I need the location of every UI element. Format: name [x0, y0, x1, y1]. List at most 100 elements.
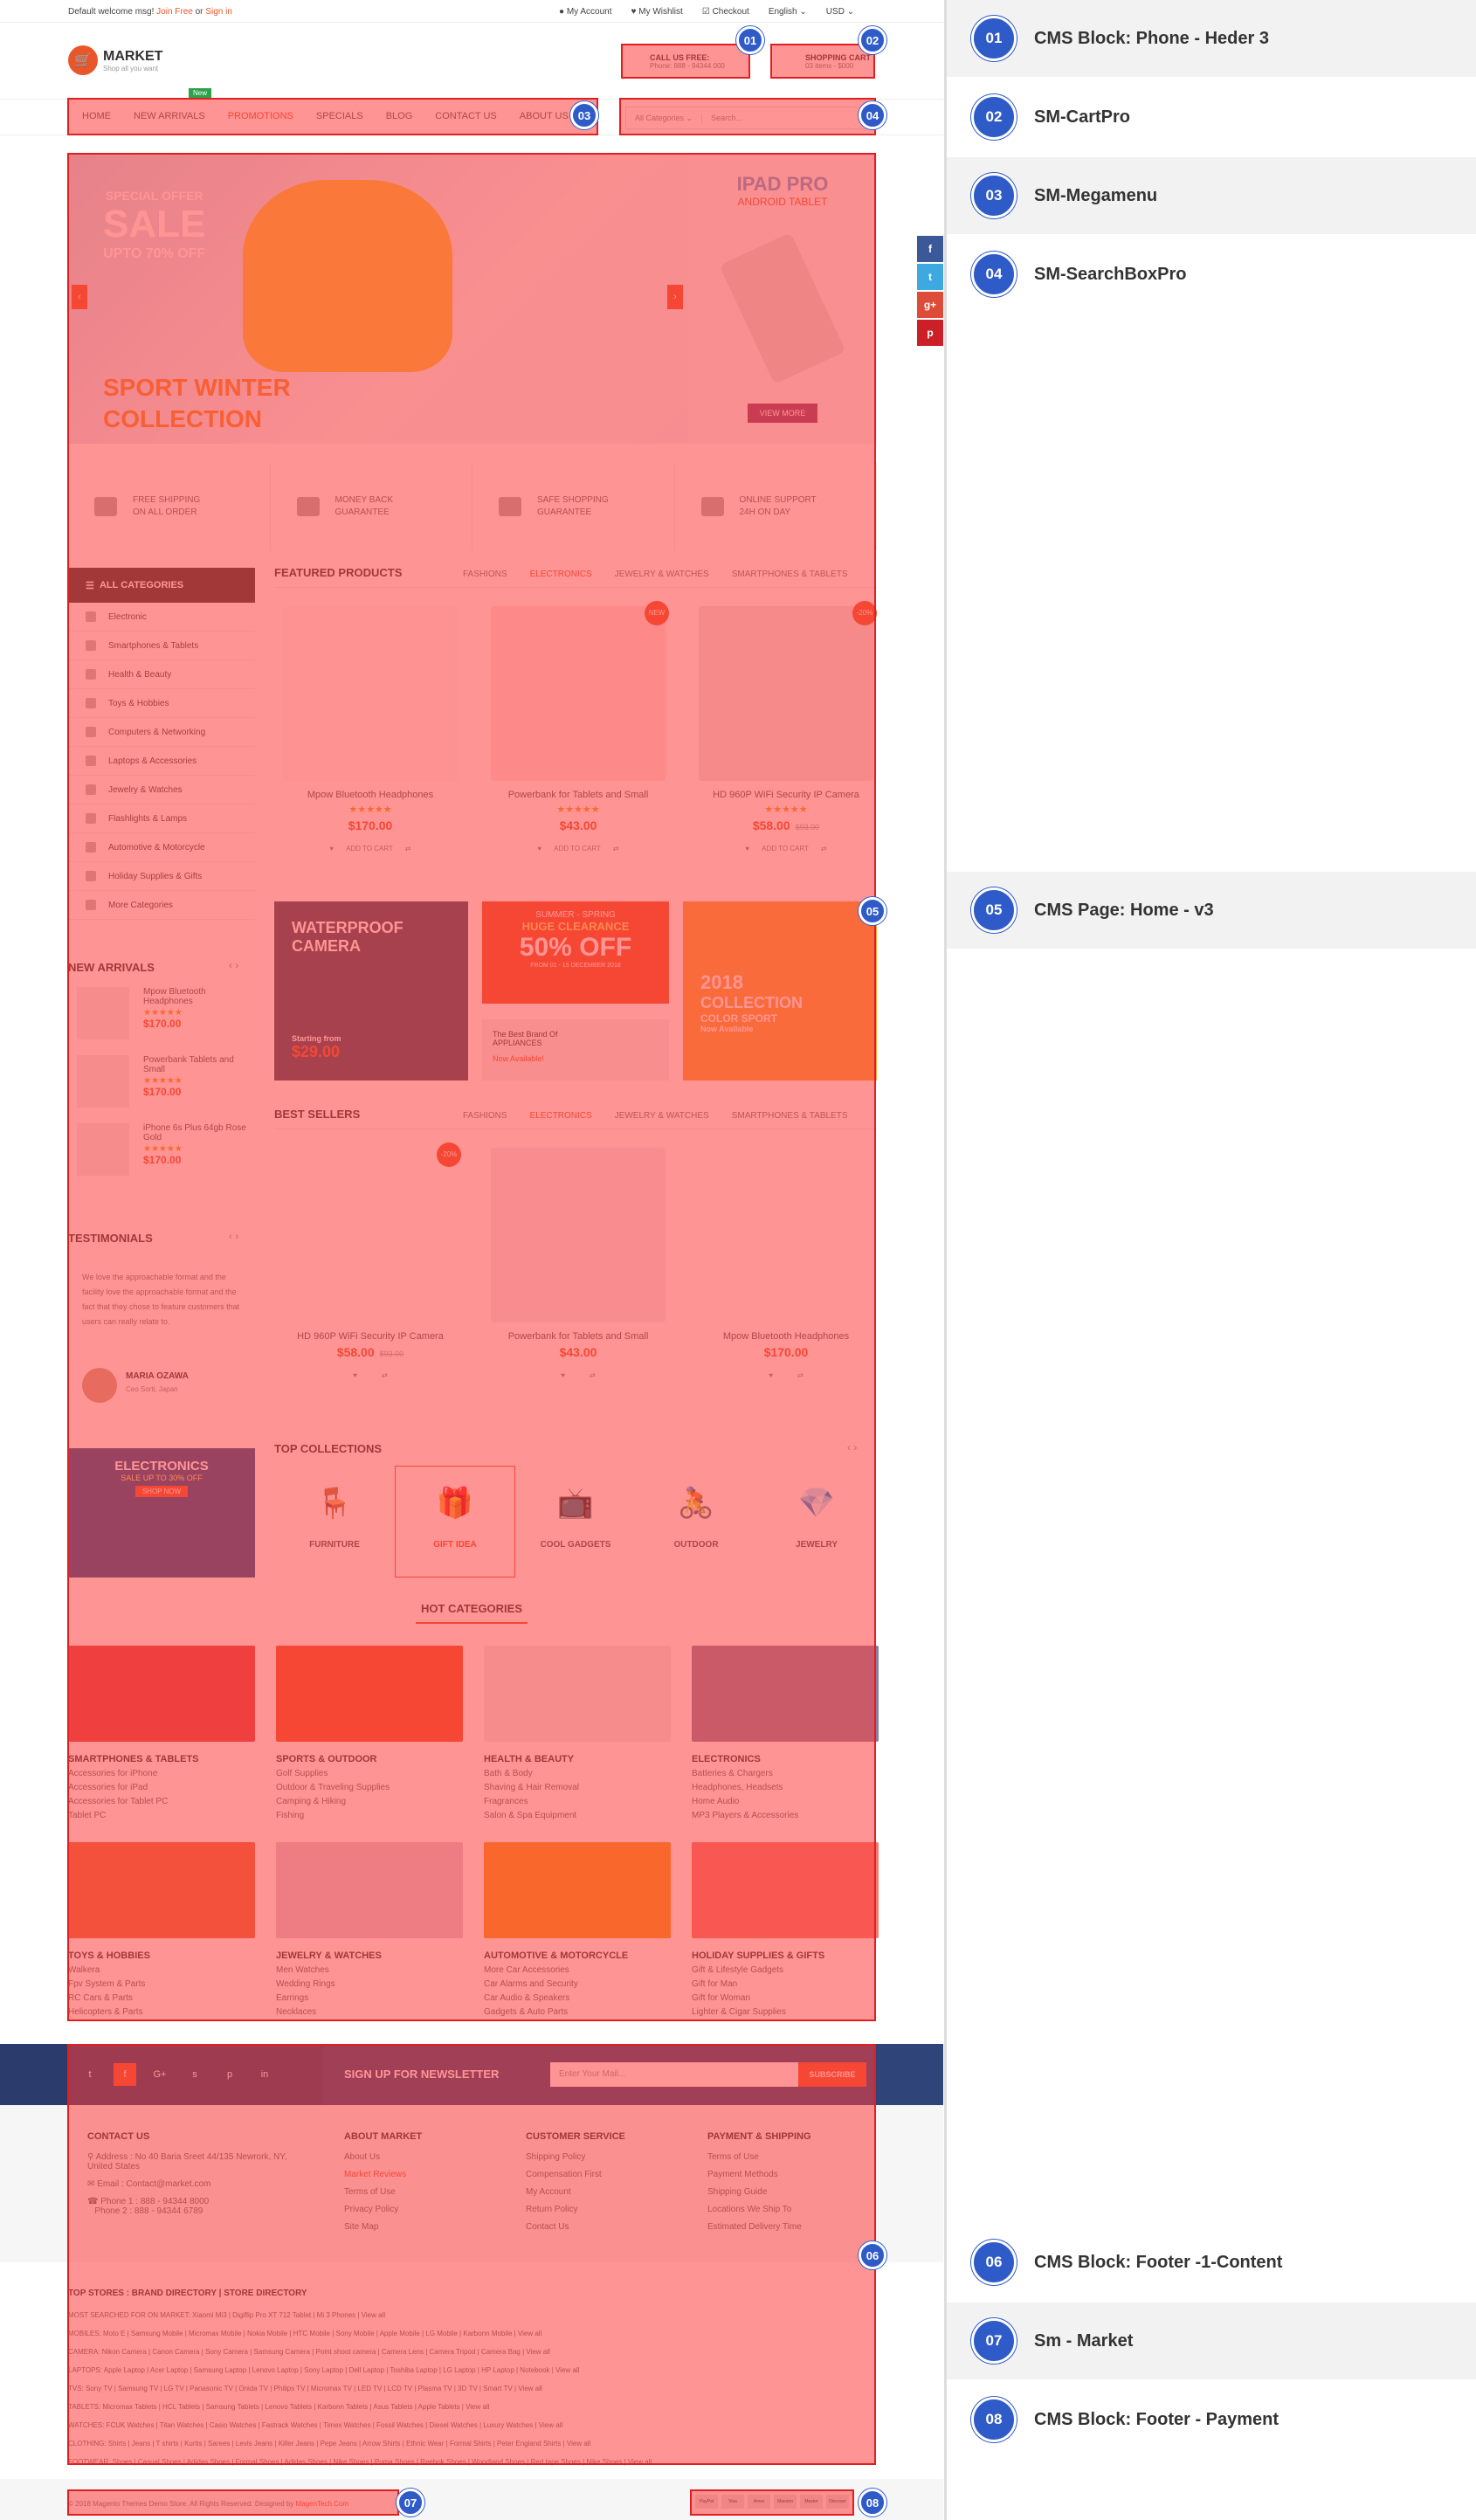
compare-icon[interactable]: ⇄: [590, 1371, 596, 1379]
hot-category-title[interactable]: SMARTPHONES & TABLETS: [68, 1754, 255, 1764]
wishlist-icon[interactable]: ♥: [745, 845, 749, 853]
product-name[interactable]: Mpow Bluetooth Headphones: [690, 1331, 882, 1342]
hot-category-image[interactable]: [484, 1646, 671, 1742]
collections-arrows[interactable]: ‹ ›: [847, 1441, 857, 1453]
hot-category-link[interactable]: Men Watches: [276, 1965, 463, 1975]
product-image[interactable]: [491, 606, 666, 781]
product-name[interactable]: HD 960P WiFi Security IP Camera: [274, 1331, 466, 1342]
collection-item[interactable]: 🚴 OUTDOOR: [636, 1466, 756, 1578]
footer-social-icon[interactable]: p: [218, 2063, 241, 2086]
hot-category-link[interactable]: Outdoor & Traveling Supplies: [276, 1783, 463, 1792]
wishlist-icon[interactable]: ♥: [329, 845, 334, 853]
product-card[interactable]: Mpow Bluetooth Headphones ★★★★★ $170.00 ♥ AD…: [274, 597, 466, 868]
hot-category-link[interactable]: Fragrances: [484, 1797, 671, 1806]
nav-item[interactable]: BLOG: [386, 111, 413, 121]
new-arrivals-arrows[interactable]: ‹ ›: [229, 959, 238, 971]
collection-banner[interactable]: 2018 COLLECTION COLOR SPORT Now Availabl…: [683, 901, 877, 1080]
product-image[interactable]: [699, 1148, 873, 1322]
hot-category-title[interactable]: HOLIDAY SUPPLIES & GIFTS: [692, 1950, 879, 1961]
tab[interactable]: SMARTPHONES & TABLETS: [732, 570, 848, 579]
footer-link[interactable]: My Account: [526, 2187, 625, 2197]
add-to-cart-button[interactable]: ADD TO CART: [346, 845, 393, 853]
pinterest-icon[interactable]: p: [917, 320, 943, 346]
hot-category-link[interactable]: Helicopters & Parts: [68, 2007, 255, 2017]
clearance-banner[interactable]: SUMMER - SPRING HUGE CLEARANCE 50% OFF F…: [482, 901, 669, 1004]
footer-social-icon[interactable]: in: [253, 2063, 276, 2086]
store-line[interactable]: TABLETS: Micromax Tablets | HCL Tablets …: [68, 2403, 941, 2411]
new-arrival-name[interactable]: Powerbank Tablets and Small: [143, 1055, 248, 1074]
new-arrival-item[interactable]: iPhone 6s Plus 64gb Rose Gold ★★★★★ $170.0…: [68, 1123, 255, 1191]
tab[interactable]: ELECTRONICS: [530, 570, 592, 579]
collection-item[interactable]: 📺 COOL GADGETS: [515, 1466, 636, 1578]
my-account-link[interactable]: ● My Account: [559, 7, 612, 17]
product-card[interactable]: -20% HD 960P WiFi Security IP Camera ★★★★★…: [690, 597, 882, 868]
join-link[interactable]: Join Free: [156, 7, 193, 17]
hot-category-link[interactable]: MP3 Players & Accessories: [692, 1811, 879, 1820]
footer-link[interactable]: Estimated Delivery Time: [707, 2222, 811, 2232]
collection-item[interactable]: 🪑 FURNITURE: [274, 1466, 395, 1578]
hot-category-image[interactable]: [276, 1842, 463, 1938]
store-line[interactable]: CAMERA: Nikon Camera | Canon Camera | So…: [68, 2348, 941, 2356]
add-to-cart-button[interactable]: ADD TO CART: [762, 845, 809, 853]
hot-category-link[interactable]: Salon & Spa Equipment: [484, 1811, 671, 1820]
footer-link[interactable]: Terms of Use: [707, 2152, 811, 2162]
designer-link[interactable]: MagenTech.Com: [296, 2500, 348, 2508]
category-item[interactable]: Holiday Supplies & Gifts: [68, 862, 255, 891]
tab[interactable]: FASHIONS: [463, 1111, 507, 1121]
wishlist-icon[interactable]: ♥: [561, 1371, 565, 1379]
my-wishlist-link[interactable]: ♥ My Wishlist: [631, 7, 683, 17]
tab[interactable]: SMARTPHONES & TABLETS: [732, 1111, 848, 1121]
footer-link[interactable]: Shipping Guide: [707, 2187, 811, 2197]
view-more-button[interactable]: VIEW MORE: [748, 404, 817, 423]
footer-social-icon[interactable]: G+: [148, 2063, 171, 2086]
category-item[interactable]: Jewelry & Watches: [68, 776, 255, 804]
hot-category-link[interactable]: Gift for Woman: [692, 1993, 879, 2003]
hot-category-link[interactable]: Car Alarms and Security: [484, 1979, 671, 1989]
search-category-select[interactable]: All Categories ⌄: [626, 113, 703, 123]
hot-category-link[interactable]: Gadgets & Auto Parts: [484, 2007, 671, 2017]
collection-item[interactable]: 🎁 GIFT IDEA: [395, 1466, 515, 1578]
store-line[interactable]: MOBILES: Moto E | Samsung Mobile | Micro…: [68, 2330, 941, 2337]
product-image[interactable]: [283, 1148, 458, 1322]
product-name[interactable]: Powerbank for Tablets and Small: [482, 1331, 674, 1342]
footer-link[interactable]: Return Policy: [526, 2205, 625, 2214]
appliances-banner[interactable]: The Best Brand Of APPLIANCES Now Availab…: [482, 1019, 669, 1080]
checkout-link[interactable]: ☑ Checkout: [702, 7, 749, 17]
search-input[interactable]: Search...: [702, 114, 742, 122]
hot-category-image[interactable]: [484, 1842, 671, 1938]
product-image[interactable]: [283, 606, 458, 781]
footer-social-icon[interactable]: f: [114, 2063, 136, 2086]
add-to-cart-button[interactable]: ADD TO CART: [554, 845, 601, 853]
hot-category-link[interactable]: Necklaces: [276, 2007, 463, 2017]
category-item[interactable]: More Categories: [68, 891, 255, 920]
hot-category-link[interactable]: Walkera: [68, 1965, 255, 1975]
compare-icon[interactable]: ⇄: [613, 845, 619, 853]
hot-category-image[interactable]: [692, 1842, 879, 1938]
newsletter-email-input[interactable]: Enter Your Mail...: [550, 2062, 798, 2087]
hot-category-title[interactable]: ELECTRONICS: [692, 1754, 879, 1764]
hot-category-image[interactable]: [68, 1646, 255, 1742]
footer-link[interactable]: Locations We Ship To: [707, 2205, 811, 2214]
hot-category-title[interactable]: AUTOMOTIVE & MOTORCYCLE: [484, 1950, 671, 1961]
footer-link[interactable]: Market Reviews: [344, 2170, 422, 2179]
footer-link[interactable]: Payment Methods: [707, 2170, 811, 2179]
hot-category-link[interactable]: Golf Supplies: [276, 1769, 463, 1778]
compare-icon[interactable]: ⇄: [405, 845, 411, 853]
footer-social-icon[interactable]: s: [183, 2063, 206, 2086]
product-card[interactable]: Powerbank for Tablets and Small $43.00 ♥ ⇄: [482, 1139, 674, 1410]
new-arrival-name[interactable]: Mpow Bluetooth Headphones: [143, 987, 248, 1006]
hot-category-link[interactable]: Gift & Lifestyle Gadgets: [692, 1965, 879, 1975]
product-name[interactable]: HD 960P WiFi Security IP Camera: [690, 790, 882, 800]
logo[interactable]: 🛒 MARKET Shop all you want: [68, 45, 162, 75]
hot-category-image[interactable]: [692, 1646, 879, 1742]
nav-item[interactable]: PROMOTIONS: [228, 111, 293, 121]
wishlist-icon[interactable]: ♥: [537, 845, 541, 853]
electronics-promo[interactable]: ELECTRONICS SALE UP TO 30% OFF SHOP NOW: [68, 1448, 255, 1578]
hot-category-link[interactable]: Accessories for Tablet PC: [68, 1797, 255, 1806]
category-item[interactable]: Flashlights & Lamps: [68, 804, 255, 833]
nav-item[interactable]: CONTACT US: [435, 111, 497, 121]
hot-category-link[interactable]: Accessories for iPhone: [68, 1769, 255, 1778]
hot-category-link[interactable]: Lighter & Cigar Supplies: [692, 2007, 879, 2017]
twitter-icon[interactable]: t: [917, 264, 943, 290]
wishlist-icon[interactable]: ♥: [769, 1371, 773, 1379]
